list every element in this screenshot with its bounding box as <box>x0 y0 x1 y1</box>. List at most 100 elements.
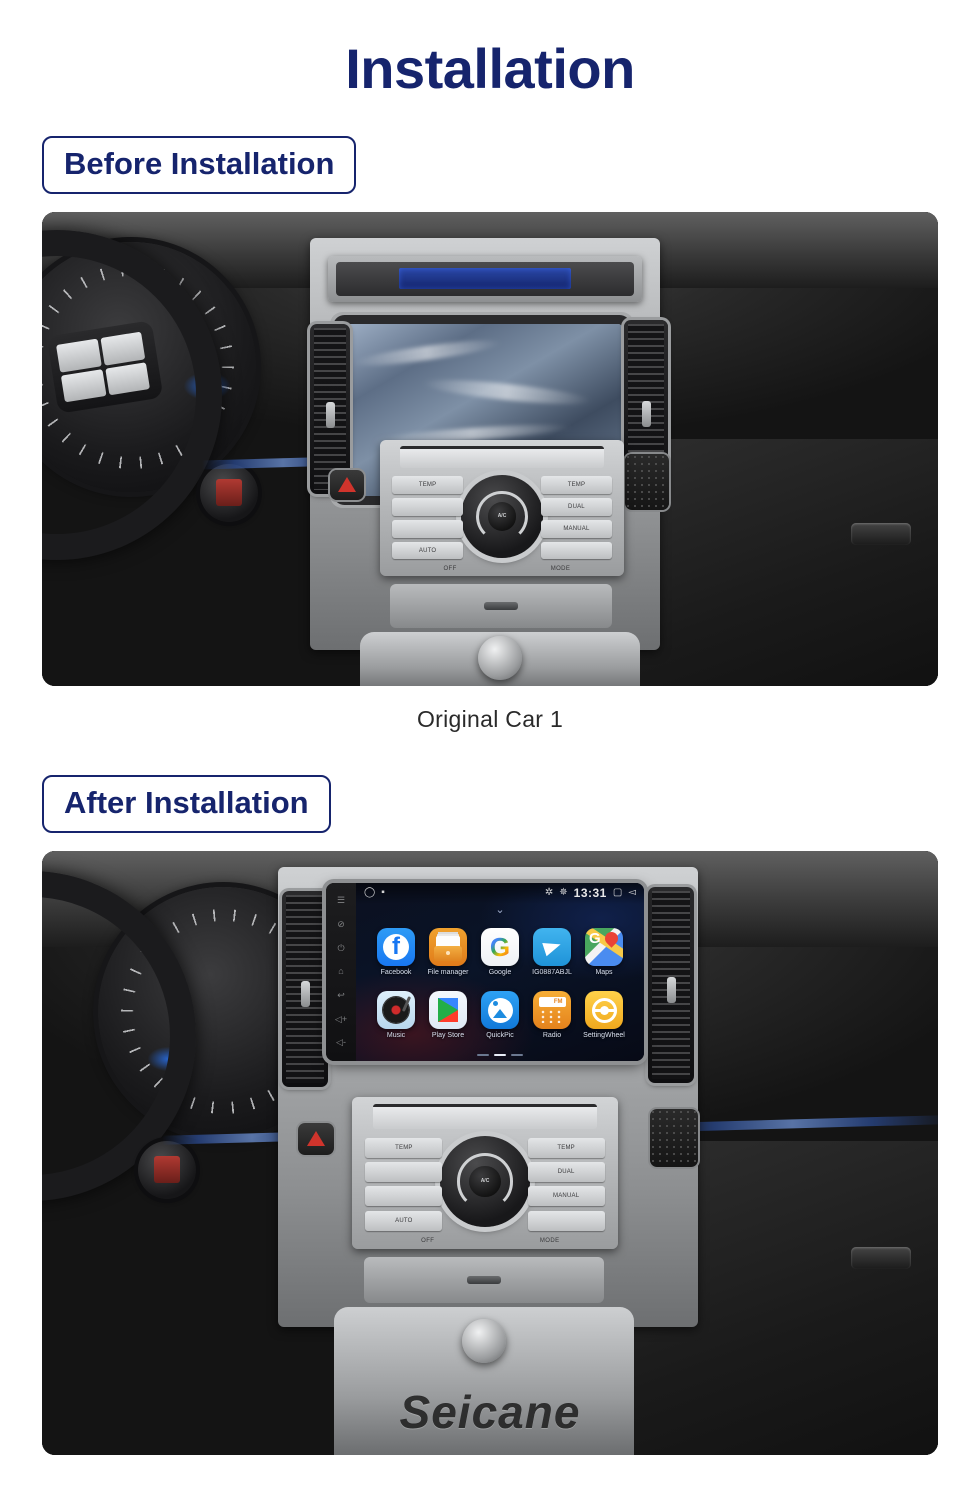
volume-down-icon[interactable]: ◁- <box>336 1038 346 1047</box>
climate-recirculation-button <box>527 1210 605 1231</box>
air-vent-knob <box>667 976 676 1003</box>
app-facebook[interactable]: f Facebook <box>370 920 422 984</box>
head-unit-side-buttons[interactable]: ☰ ⊘ ⏻ ⌂ ↩ ◁+ ◁- <box>326 882 356 1061</box>
quickpic-icon[interactable] <box>481 991 519 1030</box>
menu-icon[interactable]: ☰ <box>337 896 345 905</box>
section-badge-before: Before Installation <box>42 135 357 194</box>
tray-handle <box>484 601 518 610</box>
wheel-button <box>55 338 102 372</box>
telegram-icon[interactable] <box>533 927 571 966</box>
tray-handle <box>467 1275 501 1284</box>
app-music[interactable]: Music <box>370 983 422 1047</box>
caption-before: Original Car 1 <box>416 705 564 732</box>
climate-dial: A/C <box>460 475 544 558</box>
recents-icon[interactable]: ▢ <box>613 888 622 898</box>
page-dot-active[interactable] <box>494 1053 506 1056</box>
climate-dial-ring: A/C <box>476 490 528 543</box>
photo-after-installation: ☰ ⊘ ⏻ ⌂ ↩ ◁+ ◁- ◯ ▪ ✲ ✵ 13:31 ▢ ◅ ⌄ f Fa… <box>42 850 938 1455</box>
climate-off-label: OFF <box>443 565 457 572</box>
android-app-grid[interactable]: f Facebook File manager G Google IG0887A… <box>356 916 644 1049</box>
climate-dial-label: A/C <box>487 502 517 531</box>
protective-film-glare <box>421 374 593 409</box>
photo-before-installation: A/C TEMP AUTO TEMP DUAL MANUAL OFF MODE <box>42 211 938 686</box>
climate-defrost-rear-button <box>392 498 463 516</box>
glovebox-panel <box>633 439 938 686</box>
hazard-triangle-icon <box>338 477 356 493</box>
climate-auto-button: AUTO <box>365 1210 443 1231</box>
volume-up-icon[interactable]: ◁+ <box>335 1014 347 1024</box>
climate-temp-left-button: TEMP <box>365 1137 443 1158</box>
air-vent-right <box>648 886 694 1083</box>
head-unit-screen[interactable]: ◯ ▪ ✲ ✵ 13:31 ▢ ◅ ⌄ f Facebook File mana… <box>356 882 644 1061</box>
app-label: File manager <box>427 968 469 976</box>
climate-display <box>373 1104 597 1129</box>
app-label: QuickPic <box>486 1032 514 1040</box>
play-store-icon[interactable] <box>429 991 467 1030</box>
back-icon[interactable]: ◅ <box>628 888 636 898</box>
console-storage-tray <box>364 1256 604 1303</box>
climate-mode-label: MODE <box>550 565 571 572</box>
app-label: Google <box>488 968 512 976</box>
car-interior-after: ☰ ⊘ ⏻ ⌂ ↩ ◁+ ◁- ◯ ▪ ✲ ✵ 13:31 ▢ ◅ ⌄ f Fa… <box>42 850 938 1455</box>
hazard-triangle-icon <box>307 1131 325 1147</box>
climate-mode-label: MODE <box>539 1238 560 1245</box>
bluetooth-icon: ✲ <box>544 887 554 899</box>
ignition-switch <box>200 463 258 522</box>
app-setting-wheel[interactable]: SettingWheel <box>578 983 630 1047</box>
gear-shift-knob <box>462 1318 506 1363</box>
dashboard-speaker <box>650 1108 698 1167</box>
app-label: Play Store <box>431 1032 465 1040</box>
google-maps-icon[interactable]: G <box>585 927 623 966</box>
climate-defrost-rear-button <box>365 1162 443 1182</box>
hazard-light-button <box>330 469 364 500</box>
climate-manual-button: MANUAL <box>541 519 612 538</box>
page-dot[interactable] <box>511 1053 523 1056</box>
power-icon[interactable]: ⏻ <box>337 943 344 953</box>
climate-temp-right-button: TEMP <box>527 1137 605 1158</box>
app-label: Facebook <box>380 968 412 976</box>
radio-icon[interactable]: FM <box>533 991 571 1030</box>
climate-dual-button: DUAL <box>527 1162 605 1182</box>
gear-shift-knob <box>478 636 522 681</box>
android-head-unit[interactable]: ☰ ⊘ ⏻ ⌂ ↩ ◁+ ◁- ◯ ▪ ✲ ✵ 13:31 ▢ ◅ ⌄ f Fa… <box>326 882 644 1061</box>
app-google[interactable]: G Google <box>474 920 526 984</box>
climate-off-label: OFF <box>421 1238 435 1245</box>
chevron-down-icon[interactable]: ⌄ <box>356 904 644 916</box>
climate-temp-left-button: TEMP <box>392 476 463 495</box>
climate-display <box>399 446 605 469</box>
home-page-indicator[interactable] <box>356 1049 644 1061</box>
music-icon[interactable] <box>377 991 415 1030</box>
file-manager-icon[interactable] <box>429 927 467 966</box>
centre-tunnel <box>360 631 640 686</box>
app-radio[interactable]: FM Radio <box>526 983 578 1047</box>
climate-manual-button: MANUAL <box>527 1186 605 1207</box>
facebook-icon[interactable]: f <box>377 927 415 966</box>
app-label: Radio <box>542 1032 562 1040</box>
air-vent-knob <box>301 980 310 1007</box>
section-badge-after: After Installation <box>42 774 331 833</box>
climate-dial-label: A/C <box>469 1166 501 1198</box>
app-telegram[interactable]: IG0887ABJL <box>526 920 578 984</box>
brand-watermark: Seicane <box>399 1385 581 1438</box>
ignition-key <box>153 1156 181 1184</box>
oem-radio-display-strip <box>336 261 634 296</box>
app-label: SettingWheel <box>583 1032 625 1040</box>
car-interior-before: A/C TEMP AUTO TEMP DUAL MANUAL OFF MODE <box>42 211 938 686</box>
app-maps[interactable]: G Maps <box>578 920 630 984</box>
steering-wheel-icon[interactable] <box>585 991 623 1030</box>
glovebox-handle <box>850 1247 911 1270</box>
climate-dual-button: DUAL <box>541 498 612 516</box>
oem-radio-lcd <box>398 268 572 290</box>
home-icon[interactable]: ⌂ <box>338 967 343 976</box>
back-icon[interactable]: ↩ <box>337 990 345 1000</box>
app-quickpic[interactable]: QuickPic <box>474 983 526 1047</box>
climate-defrost-front-button <box>365 1186 443 1207</box>
climate-dial-ring: A/C <box>456 1153 514 1210</box>
page-dot[interactable] <box>477 1053 489 1056</box>
mute-icon[interactable]: ⊘ <box>337 919 345 929</box>
app-file-manager[interactable]: File manager <box>422 920 474 984</box>
air-vent-knob <box>326 401 335 428</box>
google-icon[interactable]: G <box>481 927 519 966</box>
app-play-store[interactable]: Play Store <box>422 983 474 1047</box>
sdcard-icon: ▪ <box>381 887 385 899</box>
